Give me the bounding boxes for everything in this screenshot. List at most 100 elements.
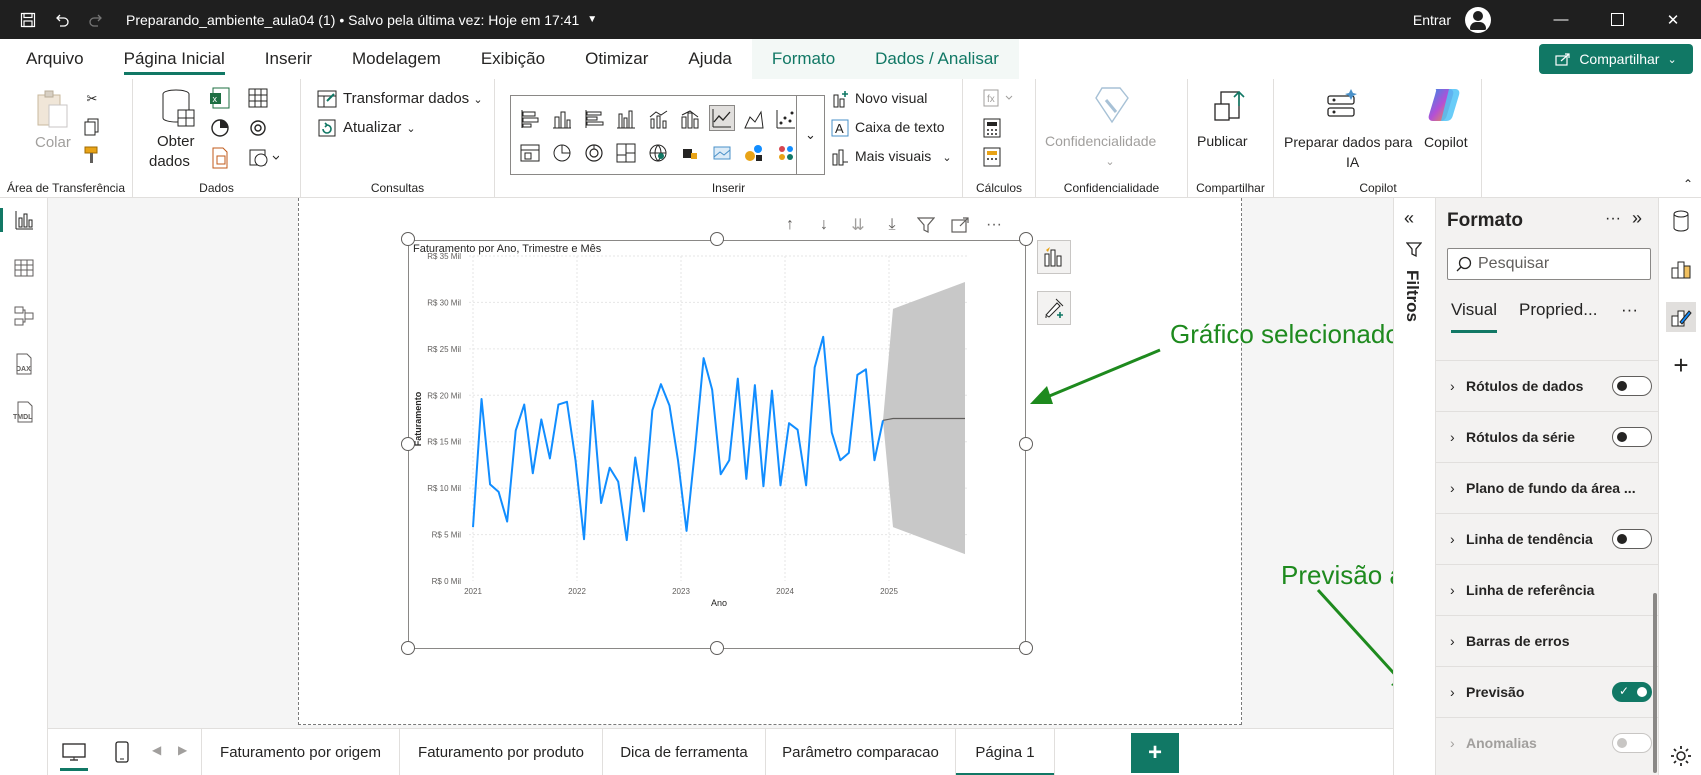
line-chart-icon[interactable] [709,105,735,131]
kpi-icon[interactable] [741,140,767,166]
format-visual-button[interactable] [1037,291,1071,325]
collapse-ribbon-icon[interactable]: ⌃ [1683,177,1693,191]
resize-handle-bottom-left[interactable] [401,641,415,655]
change-visual-button[interactable] [1037,240,1071,274]
cut-icon[interactable]: ✂ [82,89,102,109]
expand-all-icon[interactable]: ⇊ [848,215,868,235]
card-anomalies[interactable]: › Anomalias [1436,717,1659,768]
ribbon-chart-icon[interactable] [677,106,703,132]
maximize-icon[interactable] [1589,0,1645,39]
card-data-labels[interactable]: › Rótulos de dados [1436,360,1659,411]
sensitivity-button[interactable]: Confidencialidade [1045,133,1156,149]
pie-chart-icon[interactable] [549,140,575,166]
desktop-view-icon[interactable] [58,737,90,771]
clustered-column-icon[interactable] [613,106,639,132]
page-tab-active[interactable]: Página 1 [955,729,1055,775]
prepare-data-ai-button[interactable]: Preparar dados para [1284,134,1412,150]
line-chart[interactable]: Faturamento por Ano, Trimestre e MêsR$ 0… [409,241,1027,650]
card-error-bars[interactable]: › Barras de erros [1436,615,1659,666]
copilot-icon[interactable] [1424,85,1464,125]
paste-button[interactable]: Colar [35,134,71,151]
chevron-double-right-icon[interactable]: » [1632,208,1642,229]
page-tab[interactable]: Dica de ferramenta [602,729,765,775]
chevron-down-icon[interactable]: ⌄ [405,121,417,135]
line-column-icon[interactable] [645,106,671,132]
new-measure-icon[interactable] [981,146,1003,168]
filters-pane-collapsed[interactable]: « Filtros [1393,198,1435,775]
new-visual-icon[interactable] [830,89,850,109]
format-search[interactable] [1447,248,1651,280]
waterfall-icon[interactable] [517,140,543,166]
text-box-button[interactable]: Caixa de texto [855,119,945,135]
publish-button[interactable]: Publicar [1197,133,1248,149]
tab-exibicao[interactable]: Exibição [461,39,565,79]
line-chart-visual[interactable]: Faturamento por Ano, Trimestre e Mês R$ 0… [408,240,1026,649]
resize-handle-top-right[interactable] [1019,232,1033,246]
dataverse-icon[interactable] [209,147,231,169]
scroll-right-icon[interactable]: ▶ [178,743,187,757]
quick-measure-icon[interactable]: fx [981,87,1017,109]
avatar[interactable] [1465,6,1491,33]
stacked-bar-icon[interactable] [517,106,543,132]
add-pane-icon[interactable]: + [1666,350,1696,380]
card-forecast[interactable]: › Previsão ✓ [1436,666,1659,717]
redo-icon[interactable] [86,10,106,30]
gallery-expand-button[interactable]: ⌄ [796,95,824,175]
treemap-icon[interactable] [613,140,639,166]
refresh-schedule-icon[interactable] [247,147,281,169]
data-labels-toggle[interactable] [1612,376,1652,396]
format-painter-icon[interactable] [82,145,102,165]
table-view-icon[interactable] [10,254,38,282]
copy-icon[interactable] [82,117,102,137]
resize-handle-right[interactable] [1019,437,1033,451]
text-box-icon[interactable]: A [830,118,850,138]
expand-next-level-icon[interactable]: ⤓ [882,215,902,235]
prepare-data-ai-button-line2[interactable]: IA [1346,154,1359,170]
chevron-down-icon[interactable]: ⌄ [941,150,953,164]
recent-sources-icon[interactable] [247,117,269,139]
settings-gear-icon[interactable] [1670,745,1692,770]
page-tab[interactable]: Parâmetro comparacao [765,729,955,775]
onelake-icon[interactable] [209,117,231,139]
more-options-icon[interactable]: ··· [1605,210,1621,228]
close-icon[interactable]: ✕ [1645,0,1701,39]
tab-visual[interactable]: Visual [1451,300,1497,333]
new-visual-button[interactable]: Novo visual [855,90,927,106]
add-page-button[interactable]: + [1131,733,1179,773]
build-visual-icon[interactable] [1666,254,1696,284]
trend-line-toggle[interactable] [1612,529,1652,549]
calculator-icon[interactable] [981,117,1003,139]
shape-map-icon[interactable] [677,140,703,166]
refresh-button[interactable]: Atualizar [343,119,401,136]
tab-properties[interactable]: Propried... [1519,300,1597,320]
forecast-toggle[interactable]: ✓ [1612,682,1652,702]
tab-formato[interactable]: Formato [751,39,856,79]
resize-handle-left[interactable] [401,437,415,451]
resize-handle-top[interactable] [710,232,724,246]
publish-icon[interactable] [1210,85,1250,125]
scroll-left-icon[interactable]: ◀ [152,743,161,757]
anomalies-toggle[interactable] [1612,733,1652,753]
sign-in-link[interactable]: Entrar [1413,12,1451,28]
image-icon[interactable] [709,140,735,166]
transform-data-icon[interactable] [317,89,337,109]
share-button[interactable]: Compartilhar ⌄ [1539,44,1693,74]
tab-ajuda[interactable]: Ajuda [668,39,751,79]
save-icon[interactable] [18,10,38,30]
stacked-column-icon[interactable] [549,106,575,132]
enter-data-icon[interactable] [247,87,269,109]
data-pane-icon[interactable] [1666,206,1696,236]
excel-icon[interactable]: x [209,87,231,109]
tab-arquivo[interactable]: Arquivo [0,39,104,79]
format-pane-scrollbar[interactable] [1653,593,1657,773]
sensitivity-icon[interactable] [1092,85,1132,125]
more-visuals-icon[interactable] [830,147,850,167]
page-tab[interactable]: Faturamento por produto [399,729,602,775]
refresh-icon[interactable] [317,118,337,138]
drill-down-icon[interactable]: ↓ [814,215,834,235]
drill-up-icon[interactable]: ↑ [780,215,800,235]
series-labels-toggle[interactable] [1612,427,1652,447]
tab-dados-analisar[interactable]: Dados / Analisar [855,39,1019,79]
minimize-icon[interactable]: — [1533,0,1589,39]
tmdl-view-icon[interactable]: TMDL [10,398,38,426]
